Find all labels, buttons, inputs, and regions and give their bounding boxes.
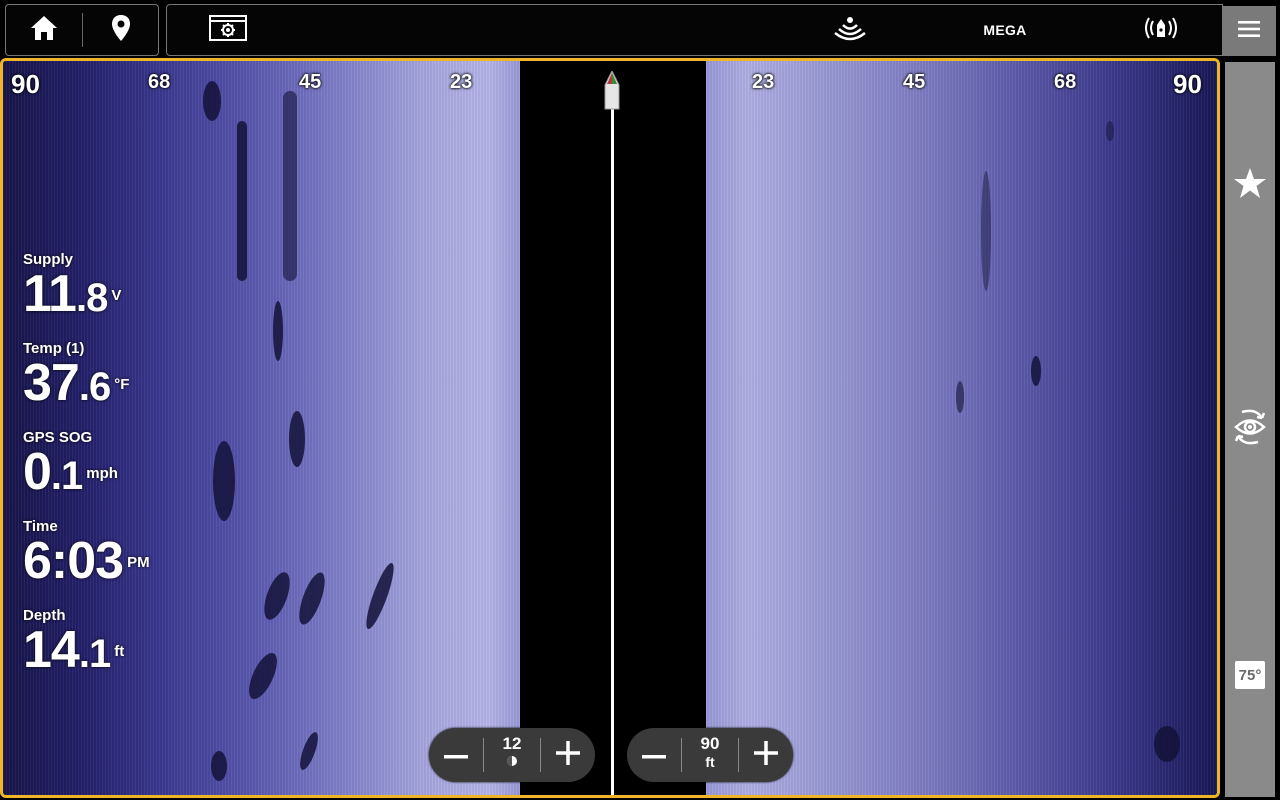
side-panel: 75°: [1225, 62, 1275, 797]
range-label: 68: [1054, 71, 1077, 93]
time-readout[interactable]: Time 6:03 PM: [23, 518, 150, 591]
star-icon: [1233, 167, 1267, 204]
sonar-target: [296, 730, 322, 772]
range-value: 90: [700, 734, 720, 753]
favorites-button[interactable]: [1225, 160, 1275, 210]
sonar-target: [213, 441, 235, 521]
gps-sog-readout[interactable]: GPS SOG 0.1 mph: [23, 429, 118, 502]
sonar-target: [259, 569, 295, 623]
contrast-decrease-button[interactable]: [429, 728, 483, 782]
contrast-control: 12: [429, 728, 595, 782]
sonar-target: [981, 171, 991, 291]
sonar-right-channel: [706, 61, 1217, 795]
contrast-value: 12: [502, 734, 522, 753]
sonar-target: [211, 751, 227, 781]
readout-value: 6:03 PM: [23, 532, 150, 590]
minus-icon: [444, 746, 468, 764]
range-label: 23: [752, 71, 775, 93]
home-icon: [29, 14, 59, 47]
beam-angle-button[interactable]: 75°: [1225, 650, 1275, 700]
nav-button-group: [5, 4, 159, 56]
sonar-target: [956, 381, 964, 413]
rotate-eye-icon: [1232, 408, 1268, 451]
sonar-view-button[interactable]: [827, 5, 873, 55]
sonar-target: [273, 301, 283, 361]
hamburger-menu-icon: [1238, 20, 1260, 43]
sonar-target: [237, 121, 247, 281]
sonar-target: [1031, 356, 1041, 386]
range-label: 23: [450, 71, 473, 93]
range-unit: ft: [705, 754, 715, 770]
plus-icon: [556, 740, 580, 770]
sonar-target: [361, 560, 399, 632]
side-imaging-pane[interactable]: 90 68 45 23 23 45 68 90 Supply 11.8 V Tem…: [0, 58, 1220, 798]
range-label: 90: [1173, 69, 1202, 99]
boat-icon: [604, 69, 620, 116]
range-label: 45: [903, 71, 926, 93]
sonar-target: [203, 81, 221, 121]
boat-track-line: [611, 105, 614, 795]
sonar-waves-icon: [833, 15, 867, 46]
plus-icon: [754, 740, 778, 770]
menu-button[interactable]: [1222, 6, 1276, 56]
transmit-button[interactable]: [1133, 5, 1189, 55]
sonar-settings-icon: [209, 14, 247, 46]
depth-readout[interactable]: Depth 14.1 ft: [23, 607, 124, 680]
sonar-target: [243, 649, 283, 703]
sonar-target: [283, 91, 297, 281]
range-increase-button[interactable]: [739, 728, 793, 782]
contrast-value-display: 12: [484, 734, 540, 770]
readout-value: 11.8 V: [23, 265, 122, 323]
home-button[interactable]: [6, 5, 82, 55]
sonar-target: [289, 411, 305, 467]
range-value-display: 90 ft: [682, 734, 738, 770]
sonar-target: [1154, 726, 1180, 762]
contrast-icon: [484, 754, 540, 770]
frequency-button[interactable]: MEGA: [967, 5, 1043, 55]
supply-voltage-readout[interactable]: Supply 11.8 V: [23, 251, 121, 324]
readout-value: 0.1 mph: [23, 443, 118, 501]
range-label: 45: [299, 71, 322, 93]
range-label: 68: [148, 71, 171, 93]
sonar-toolbar: MEGA: [166, 4, 1223, 56]
sonar-target: [1106, 121, 1114, 141]
map-pin-icon: [111, 14, 131, 47]
waypoint-button[interactable]: [83, 5, 159, 55]
range-decrease-button[interactable]: [627, 728, 681, 782]
readout-value: 14.1 ft: [23, 621, 125, 679]
water-temp-readout[interactable]: Temp (1) 37.6 °F: [23, 340, 129, 413]
contrast-increase-button[interactable]: [541, 728, 595, 782]
transducer-transmit-icon: [1140, 15, 1182, 46]
range-label: 90: [11, 69, 40, 99]
sonar-target: [294, 569, 330, 628]
view-rotate-button[interactable]: [1225, 404, 1275, 454]
top-toolbar: MEGA: [0, 0, 1280, 60]
frequency-label: MEGA: [983, 22, 1027, 38]
minus-icon: [642, 746, 666, 764]
beam-angle-badge: 75°: [1235, 661, 1265, 689]
sonar-settings-button[interactable]: [205, 5, 251, 55]
readout-value: 37.6 °F: [23, 354, 130, 412]
range-control: 90 ft: [627, 728, 793, 782]
